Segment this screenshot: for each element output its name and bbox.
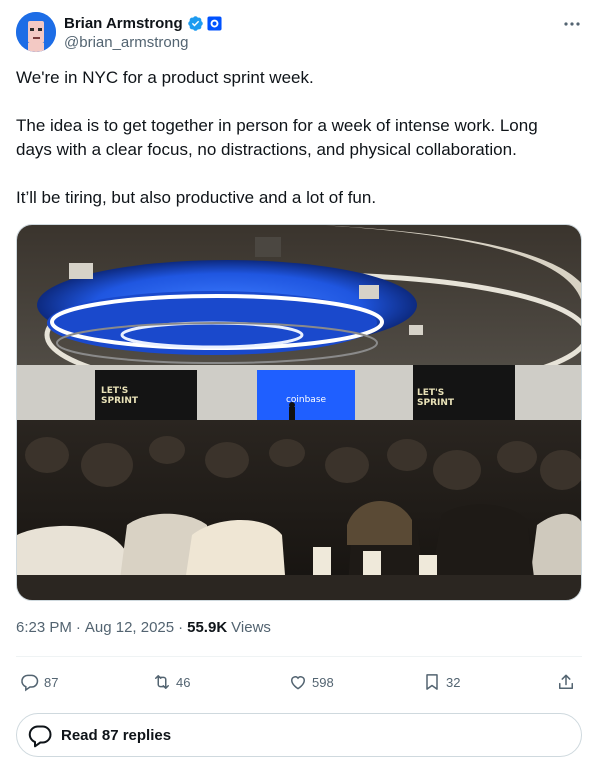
author-names: Brian Armstrong @brian_armstrong (64, 13, 222, 51)
tweet-paragraph: We're in NYC for a product sprint week. (16, 68, 314, 87)
display-name-row: Brian Armstrong (64, 13, 222, 33)
reply-count: 87 (44, 674, 59, 690)
left-screen-text-2: SPRINT (101, 396, 139, 406)
divider (16, 656, 582, 657)
left-screen-text-1: LET'S (101, 386, 128, 396)
tweet-time[interactable]: 6:23 PM (16, 619, 72, 636)
read-replies-button[interactable]: Read 87 replies (16, 713, 582, 757)
repost-count: 46 (176, 674, 191, 690)
tweet-meta: 6:23 PM · Aug 12, 2025 · 55.9K Views (16, 619, 271, 636)
like-button[interactable]: 598 (288, 668, 334, 696)
bookmark-icon (426, 674, 438, 690)
tweet-paragraph: It’ll be tiring, but also productive and… (16, 188, 377, 207)
speech-bubble-icon (28, 725, 52, 748)
action-bar: 87 46 598 32 (16, 668, 582, 696)
repost-icon (155, 675, 169, 689)
repost-button[interactable]: 46 (152, 668, 190, 696)
views-label: Views (231, 619, 271, 636)
reply-button[interactable]: 87 (20, 668, 58, 696)
avatar[interactable] (16, 12, 56, 52)
tweet-date[interactable]: Aug 12, 2025 (85, 619, 174, 636)
bookmark-button[interactable]: 32 (422, 668, 460, 696)
meta-separator: · (178, 619, 184, 636)
display-name[interactable]: Brian Armstrong (64, 15, 183, 32)
tweet-paragraph: The idea is to get together in person fo… (16, 116, 538, 159)
meta-separator: · (75, 619, 81, 636)
tweet-header: Brian Armstrong @brian_armstrong (16, 12, 582, 56)
reply-icon (21, 674, 39, 692)
tweet-text: We're in NYC for a product sprint week. … (16, 66, 576, 210)
verified-icon[interactable] (187, 15, 204, 32)
share-button[interactable] (556, 668, 580, 696)
affiliate-badge-icon[interactable] (207, 15, 222, 31)
share-icon (559, 674, 573, 689)
tweet-photo[interactable]: LET'S SPRINT coinbase LET'S SPRINT (16, 224, 582, 601)
right-screen-text-1: LET'S (417, 388, 444, 398)
like-icon (290, 676, 306, 690)
more-icon[interactable] (562, 14, 582, 34)
read-replies-label: Read 87 replies (61, 726, 172, 744)
views-count: 55.9K (187, 619, 228, 636)
handle[interactable]: @brian_armstrong (64, 34, 222, 51)
bookmark-count: 32 (446, 674, 461, 690)
like-count: 598 (312, 674, 334, 690)
right-screen-text-2: SPRINT (417, 398, 455, 408)
